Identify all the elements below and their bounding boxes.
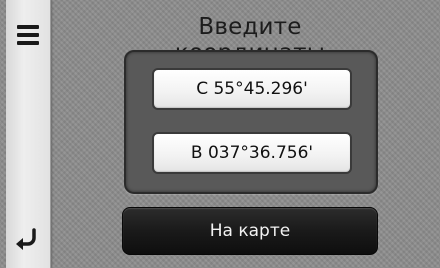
hamburger-menu-icon[interactable] — [14, 22, 42, 48]
sidebar — [6, 0, 51, 268]
coordinates-panel: С 55°45.296' В 037°36.756' — [124, 50, 378, 194]
back-arrow-icon[interactable] — [12, 224, 44, 252]
screen: Введите координаты С 55°45.296' В 037°36… — [0, 0, 440, 268]
on-map-button[interactable]: На карте — [122, 207, 378, 255]
longitude-field[interactable]: В 037°36.756' — [152, 132, 352, 174]
latitude-field[interactable]: С 55°45.296' — [152, 68, 352, 110]
